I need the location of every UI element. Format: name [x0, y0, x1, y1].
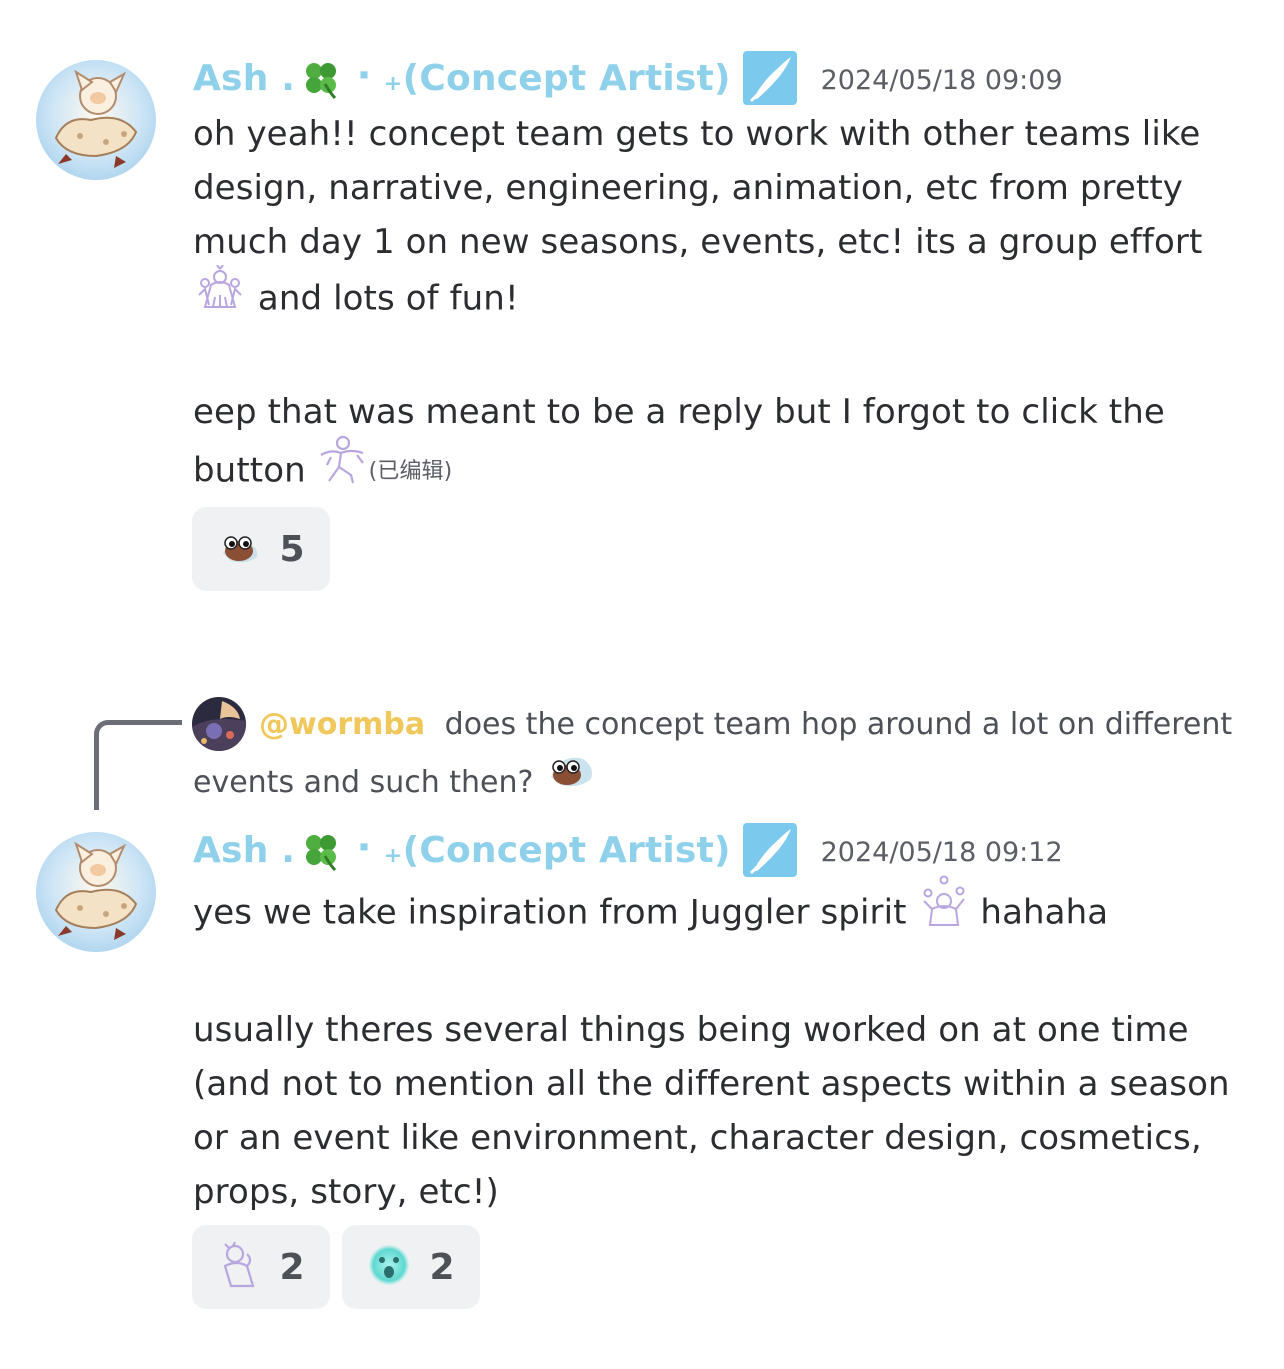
message-text: usually theres several things being work… — [193, 1010, 1230, 1212]
username-suffix[interactable]: ⠂₊(Concept Artist) — [355, 58, 730, 99]
timestamp: 2024/05/18 09:09 — [820, 64, 1063, 96]
message-paragraph: oh yeah!! concept team gets to work with… — [193, 107, 1253, 331]
juggler-spirit-emoji-icon — [918, 875, 970, 945]
concept-artist-badge-icon — [742, 51, 797, 105]
message-text: and lots of fun! — [257, 278, 519, 319]
message-header: Ash . ⠂₊(Concept Artist) 2024/05/18 09:0… — [193, 48, 1063, 108]
reply-preview[interactable]: @wormba does the concept team hop around… — [193, 696, 1253, 814]
concept-artist-badge-icon — [742, 823, 797, 877]
username-suffix[interactable]: ⠂₊(Concept Artist) — [355, 830, 730, 871]
spirit-group-emoji-icon — [193, 264, 247, 327]
reaction-button[interactable]: 2 — [192, 1225, 330, 1309]
username[interactable]: Ash . — [193, 830, 295, 871]
reaction-bar: 2 2 — [192, 1225, 480, 1309]
user-avatar[interactable] — [36, 60, 156, 180]
message-text: yes we take inspiration from Juggler spi… — [193, 892, 907, 933]
reaction-button[interactable]: 2 — [342, 1225, 480, 1309]
clover-icon — [306, 835, 337, 872]
message-body: yes we take inspiration from Juggler spi… — [193, 875, 1253, 1219]
avatar-artwork-icon — [36, 832, 156, 952]
message-paragraph: eep that was meant to be a reply but I f… — [193, 385, 1253, 505]
krill-eyes-emoji-icon — [217, 529, 261, 569]
dancing-spirit-emoji-icon — [317, 435, 369, 501]
user-avatar[interactable] — [36, 832, 156, 952]
message-text: oh yeah!! concept team gets to work with… — [193, 114, 1203, 262]
reaction-count: 5 — [279, 528, 305, 570]
message-paragraph: yes we take inspiration from Juggler spi… — [193, 875, 1253, 949]
reaction-button[interactable]: 5 — [192, 507, 330, 591]
wow-face-emoji-icon — [367, 1243, 411, 1291]
reaction-count: 2 — [429, 1246, 455, 1288]
clover-icon — [306, 63, 337, 100]
thinking-spirit-emoji-icon — [217, 1241, 261, 1292]
message-text: hahaha — [980, 892, 1109, 933]
message-paragraph: usually theres several things being work… — [193, 1003, 1253, 1219]
edited-label: (已编辑) — [368, 459, 453, 484]
username[interactable]: Ash . — [193, 58, 295, 99]
reaction-bar: 5 — [192, 507, 330, 591]
avatar-artwork-icon — [36, 60, 156, 180]
timestamp: 2024/05/18 09:12 — [820, 836, 1063, 868]
reply-mention[interactable]: @wormba — [259, 707, 425, 742]
reaction-count: 2 — [279, 1246, 305, 1288]
message-header: Ash . ⠂₊(Concept Artist) 2024/05/18 09:1… — [193, 820, 1063, 880]
message-body: oh yeah!! concept team gets to work with… — [193, 107, 1253, 505]
reply-connector — [94, 720, 182, 810]
krill-eyes-emoji-icon — [543, 749, 597, 810]
